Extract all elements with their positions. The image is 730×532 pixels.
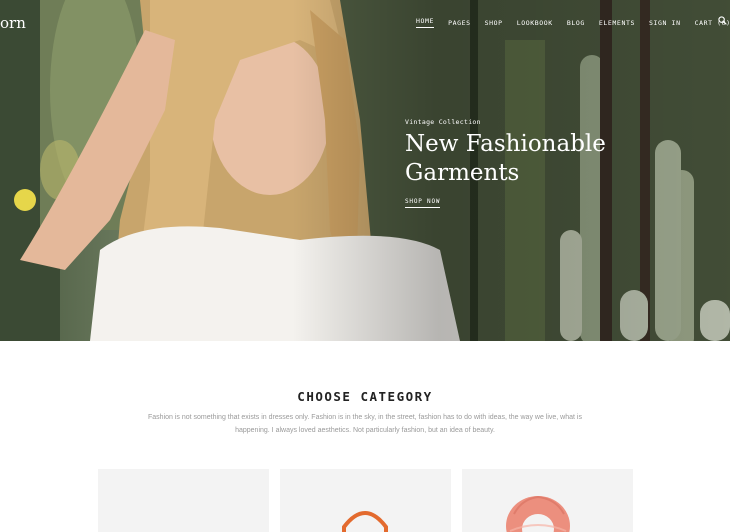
category-card-1[interactable] <box>98 469 269 532</box>
hero-title: New Fashionable Garments <box>405 130 606 188</box>
nav-blog[interactable]: BLOG <box>567 19 585 27</box>
shop-now-link[interactable]: SHOP NOW <box>405 198 441 208</box>
hero-caption: Vintage Collection New Fashionable Garme… <box>405 118 606 208</box>
category-card-2[interactable] <box>280 469 451 532</box>
search-icon[interactable] <box>718 16 727 25</box>
nav-elements[interactable]: ELEMENTS <box>599 19 635 27</box>
nav-lookbook[interactable]: LOOKBOOK <box>517 19 553 27</box>
nav-pages[interactable]: PAGES <box>448 19 471 27</box>
hero-title-line-2: Garments <box>405 160 520 186</box>
nav-shop[interactable]: SHOP <box>485 19 503 27</box>
nav-home[interactable]: HOME <box>416 17 435 28</box>
hero-title-line-1: New Fashionable <box>405 131 606 157</box>
category-card-3[interactable] <box>462 469 633 532</box>
handbag-icon <box>342 511 388 532</box>
brand-logo[interactable]: orn <box>0 14 26 32</box>
hero-overlay <box>0 0 730 341</box>
hero-kicker: Vintage Collection <box>405 118 481 126</box>
hero-banner: orn HOME PAGES SHOP LOOKBOOK BLOG ELEMEN… <box>0 0 730 341</box>
section-description: Fashion is not something that exists in … <box>148 414 582 434</box>
main-nav: HOME PAGES SHOP LOOKBOOK BLOG ELEMENTS S… <box>416 17 730 28</box>
section-title: CHOOSE CATEGORY <box>297 389 433 404</box>
nav-sign-in[interactable]: SIGN IN <box>649 19 681 27</box>
scarf-icon <box>506 495 570 532</box>
